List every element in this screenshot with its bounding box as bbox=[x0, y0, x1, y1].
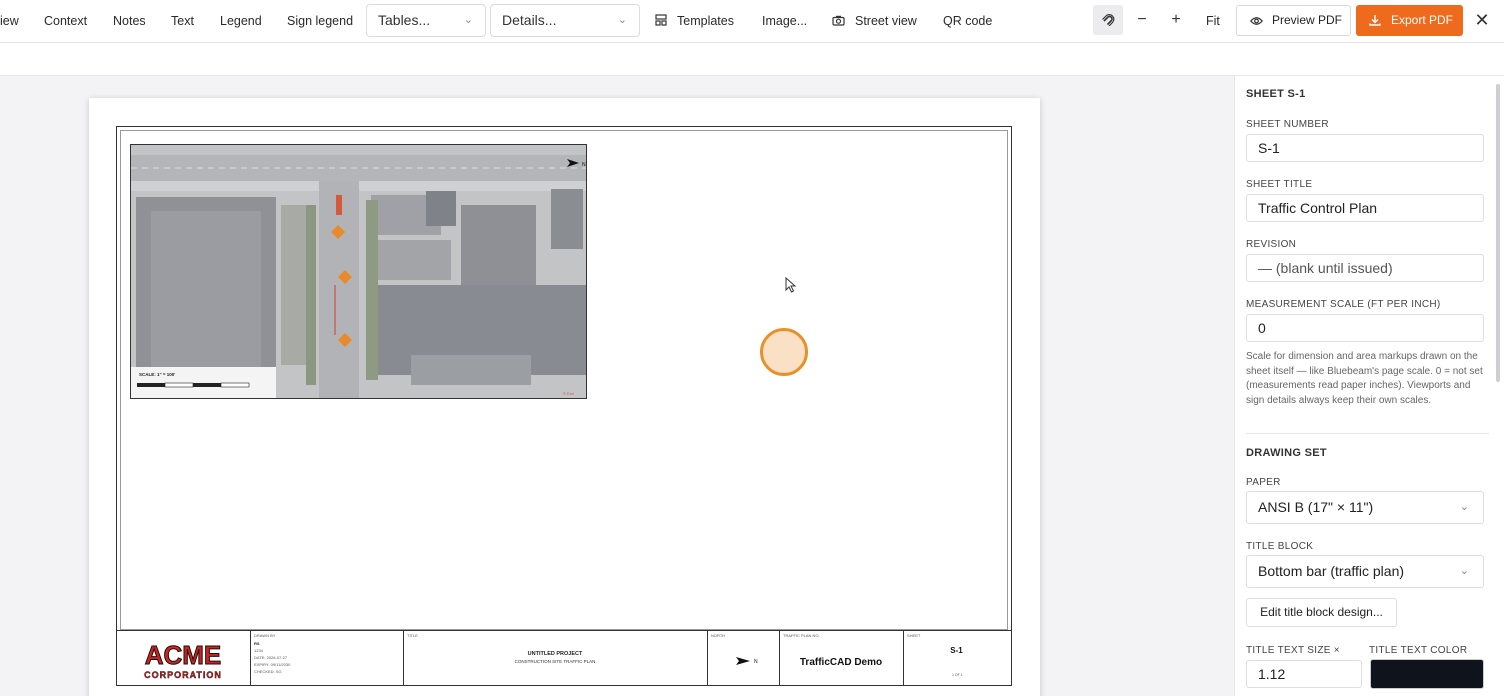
measurement-scale-help: Scale for dimension and area markups dra… bbox=[1246, 351, 1483, 406]
sheet-number-display: S-1 bbox=[950, 646, 963, 655]
toolbar-legend-button[interactable]: Legend bbox=[220, 0, 262, 42]
title-block-select-value: Bottom bar (traffic plan) bbox=[1258, 563, 1405, 579]
title-label: TITLE bbox=[407, 633, 418, 638]
title-block-label: TITLE BLOCK bbox=[1246, 541, 1314, 552]
zoom-in-icon[interactable]: + bbox=[1161, 5, 1191, 35]
panel-scrollbar[interactable] bbox=[1496, 84, 1500, 382]
sheet-title-label: SHEET TITLE bbox=[1246, 179, 1313, 190]
tables-select[interactable]: Tables... ⌄ bbox=[366, 4, 486, 37]
templates-button[interactable]: Templates bbox=[655, 0, 734, 42]
acme-logo: ACME CORPORATION bbox=[144, 640, 222, 681]
sheet-page[interactable]: N © Esri SCALE: 1" = 100' ACME CORPORATI… bbox=[89, 98, 1040, 696]
north-letter: N bbox=[754, 659, 758, 665]
date-value: DATE: 2026-07-27 bbox=[254, 655, 288, 660]
sheet-of-value: 1 OF 1 bbox=[952, 673, 963, 677]
plan-name: TrafficCAD Demo bbox=[799, 657, 883, 668]
title-block-title-cell: TITLE UNTITLED PROJECT CONSTRUCTION SITE… bbox=[404, 631, 708, 685]
zoom-out-icon[interactable]: − bbox=[1127, 5, 1157, 35]
street-view-button[interactable]: Street view bbox=[832, 0, 917, 42]
eye-icon bbox=[1250, 17, 1263, 25]
toolbar-view-button[interactable]: iew bbox=[0, 0, 19, 42]
svg-text:© Esri: © Esri bbox=[563, 391, 574, 396]
toolbar-sign-legend-button[interactable]: Sign legend bbox=[287, 0, 353, 42]
chevron-down-icon: ⌄ bbox=[463, 14, 473, 26]
sheet-title-input[interactable]: Traffic Control Plan bbox=[1246, 194, 1484, 222]
export-pdf-label: Export PDF bbox=[1391, 13, 1454, 27]
title-text-size-input[interactable]: 1.12 bbox=[1246, 660, 1362, 688]
mouse-pointer-icon bbox=[785, 277, 797, 293]
download-icon bbox=[1369, 15, 1381, 26]
sheet-number-input[interactable]: S-1 bbox=[1246, 134, 1484, 162]
drawing-set-heading: DRAWING SET bbox=[1246, 447, 1327, 459]
toolbar-context-button[interactable]: Context bbox=[44, 0, 87, 42]
preview-pdf-button[interactable]: Preview PDF bbox=[1236, 5, 1351, 36]
close-icon[interactable]: ✕ bbox=[1467, 5, 1497, 35]
measurement-scale-input[interactable]: 0 bbox=[1246, 314, 1484, 342]
north-arrow-icon bbox=[736, 657, 750, 665]
sheet-canvas[interactable]: N © Esri SCALE: 1" = 100' ACME CORPORATI… bbox=[0, 76, 1233, 696]
revision-input[interactable]: — (blank until issued) bbox=[1246, 254, 1484, 282]
title-block-select[interactable]: Bottom bar (traffic plan) ⌄ bbox=[1246, 555, 1484, 588]
details-select-value: Details... bbox=[502, 12, 557, 28]
revision-label: REVISION bbox=[1246, 239, 1297, 250]
street-view-label: Street view bbox=[855, 14, 917, 28]
details-select[interactable]: Details... ⌄ bbox=[490, 4, 640, 37]
fit-button[interactable]: Fit bbox=[1206, 0, 1220, 42]
logo-word-acme: ACME bbox=[145, 640, 222, 670]
paper-select-value: ANSI B (17" × 11") bbox=[1258, 499, 1374, 515]
north-label: NORTH bbox=[711, 633, 726, 638]
project-subtitle: CONSTRUCTION SITE TRAFFIC PLAN bbox=[514, 659, 596, 664]
camera-icon bbox=[832, 15, 845, 26]
magnet-icon bbox=[1102, 14, 1115, 27]
svg-text:N: N bbox=[582, 162, 586, 168]
export-pdf-button[interactable]: Export PDF bbox=[1356, 5, 1463, 36]
toolbar-notes-button[interactable]: Notes bbox=[113, 0, 146, 42]
title-block-info-cell: DRAWN BY RS 1234 DATE: 2026-07-27 EXPIRY… bbox=[251, 631, 404, 685]
job-number: 1234 bbox=[254, 648, 263, 653]
tables-select-value: Tables... bbox=[378, 12, 431, 28]
plan-label: TRAFFIC PLAN NO. bbox=[783, 633, 820, 638]
preview-pdf-label: Preview PDF bbox=[1272, 13, 1343, 27]
image-button[interactable]: Image... bbox=[762, 0, 807, 42]
sheet-label: SHEET bbox=[907, 633, 921, 638]
drawn-by-label: DRAWN BY bbox=[254, 633, 276, 638]
secondary-bar bbox=[0, 43, 1504, 76]
title-text-color-swatch[interactable] bbox=[1370, 659, 1484, 689]
templates-label: Templates bbox=[677, 14, 734, 28]
edit-title-block-button[interactable]: Edit title block design... bbox=[1246, 598, 1397, 627]
cursor-highlight bbox=[760, 328, 808, 376]
expiry-value: EXPIRY: 09/11/2030 bbox=[254, 662, 291, 667]
sheet-properties-panel: SHEET S-1 SHEET NUMBER S-1 SHEET TITLE T… bbox=[1234, 76, 1504, 696]
title-block-north-cell: NORTH N bbox=[708, 631, 780, 685]
panel-heading: SHEET S-1 bbox=[1246, 88, 1306, 100]
title-block-sheet-cell: SHEET S-1 1 OF 1 bbox=[904, 631, 1011, 685]
top-toolbar: iew Context Notes Text Legend Sign legen… bbox=[0, 0, 1504, 43]
viewport-scale-label: SCALE: 1" = 100' bbox=[139, 372, 176, 377]
title-block-plan-cell: TRAFFIC PLAN NO. TrafficCAD Demo bbox=[780, 631, 904, 685]
chevron-down-icon: ⌄ bbox=[1459, 565, 1469, 577]
paper-label: PAPER bbox=[1246, 477, 1281, 488]
logo-word-corporation: CORPORATION bbox=[144, 670, 222, 680]
paper-select[interactable]: ANSI B (17" × 11") ⌄ bbox=[1246, 491, 1484, 524]
chevron-down-icon: ⌄ bbox=[1459, 501, 1469, 513]
chevron-down-icon: ⌄ bbox=[617, 14, 627, 26]
title-block[interactable]: ACME CORPORATION DRAWN BY RS 1234 DATE: … bbox=[116, 630, 1012, 686]
panel-divider bbox=[1246, 433, 1489, 434]
map-viewport[interactable]: N © Esri SCALE: 1" = 100' bbox=[130, 144, 587, 399]
measurement-scale-label: MEASUREMENT SCALE (FT PER INCH) bbox=[1246, 299, 1441, 310]
checked-value: CHECKED: SG bbox=[254, 669, 282, 674]
title-block-logo-cell: ACME CORPORATION bbox=[117, 631, 251, 685]
qr-code-button[interactable]: QR code bbox=[943, 0, 992, 42]
snap-toggle-button[interactable] bbox=[1093, 5, 1123, 35]
toolbar-text-button[interactable]: Text bbox=[171, 0, 194, 42]
title-text-size-label: TITLE TEXT SIZE × bbox=[1246, 645, 1340, 656]
aerial-map-image: N © Esri bbox=[131, 145, 586, 398]
title-text-color-label: TITLE TEXT COLOR bbox=[1369, 645, 1468, 656]
sheet-number-label: SHEET NUMBER bbox=[1246, 119, 1329, 130]
project-title: UNTITLED PROJECT bbox=[527, 651, 583, 657]
templates-icon bbox=[655, 14, 667, 26]
drawn-by-value: RS bbox=[254, 641, 260, 646]
